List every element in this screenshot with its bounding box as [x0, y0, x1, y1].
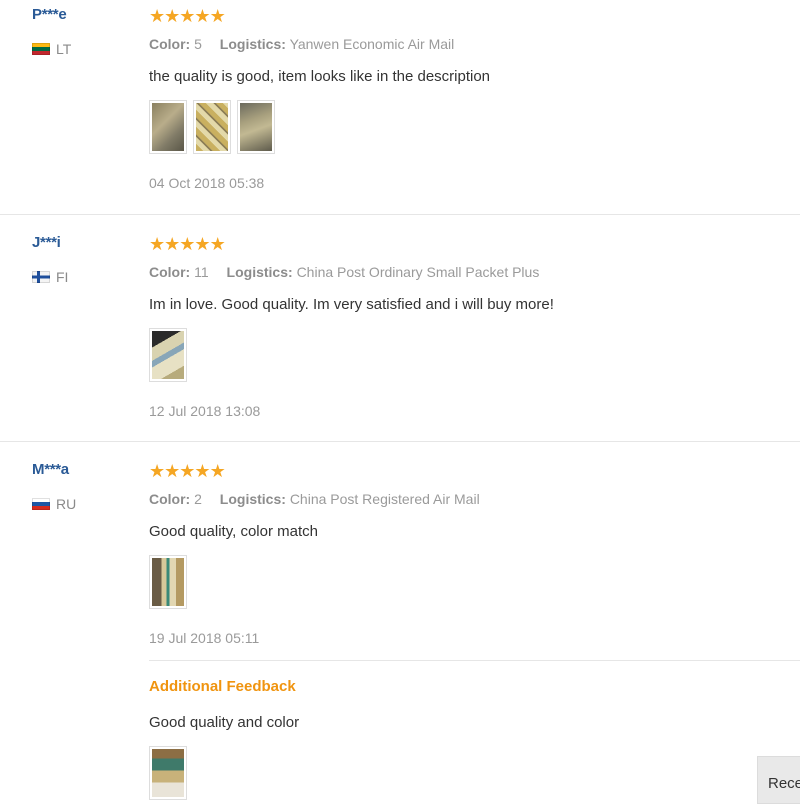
review-date: 12 Jul 2018 13:08	[149, 403, 261, 419]
reviewer-country: RU	[32, 495, 76, 513]
additional-feedback-title: Additional Feedback	[149, 678, 296, 695]
additional-feedback-photos	[149, 746, 187, 800]
star-icon: ★	[164, 461, 181, 481]
review-text: Im in love. Good quality. Im very satisf…	[149, 296, 554, 313]
logistics-label: Logistics:	[226, 264, 293, 280]
review-photos	[149, 555, 187, 609]
country-code: FI	[56, 269, 69, 285]
additional-feedback-divider	[149, 660, 800, 661]
review-text: the quality is good, item looks like in …	[149, 68, 491, 85]
country-code: LT	[56, 41, 72, 57]
review-photos	[149, 100, 275, 154]
reviewer-name[interactable]: P***e	[32, 6, 67, 23]
flag-finland-icon	[32, 271, 50, 283]
star-icon: ★	[164, 6, 181, 26]
additional-feedback-text: Good quality and color	[149, 714, 300, 731]
star-icon: ★	[179, 6, 196, 26]
review-photo-thumbnail[interactable]	[237, 100, 275, 154]
color-label: Color:	[149, 491, 191, 507]
star-icon: ★	[149, 234, 166, 254]
order-info: Color: 5 Logistics: Yanwen Economic Air …	[149, 36, 468, 52]
color-label: Color:	[149, 36, 191, 52]
color-value: 5	[194, 36, 202, 52]
reviewer-name[interactable]: M***a	[32, 461, 69, 478]
logistics-label: Logistics:	[219, 36, 286, 52]
review-photo-thumbnail[interactable]	[193, 100, 231, 154]
recent-button[interactable]: Recent	[757, 756, 800, 804]
country-code: RU	[56, 496, 77, 512]
review-text: Good quality, color match	[149, 523, 318, 540]
star-icon: ★	[149, 461, 166, 481]
star-rating: ★ ★ ★ ★ ★	[149, 461, 226, 481]
star-rating: ★ ★ ★ ★ ★	[149, 234, 226, 254]
review-photo-thumbnail[interactable]	[149, 328, 187, 382]
review-date: 04 Oct 2018 05:38	[149, 175, 265, 191]
review-item: M***a RU ★ ★ ★ ★ ★ Color: 2 Logistics: C…	[0, 455, 800, 800]
star-icon: ★	[209, 6, 226, 26]
star-rating: ★ ★ ★ ★ ★	[149, 6, 226, 26]
review-date: 19 Jul 2018 05:11	[149, 630, 260, 646]
star-icon: ★	[194, 6, 211, 26]
logistics-label: Logistics:	[219, 491, 286, 507]
review-photo-thumbnail[interactable]	[149, 555, 187, 609]
logistics-value: China Post Registered Air Mail	[289, 491, 480, 507]
flag-lithuania-icon	[32, 43, 50, 55]
star-icon: ★	[164, 234, 181, 254]
star-icon: ★	[149, 6, 166, 26]
star-icon: ★	[179, 461, 196, 481]
star-icon: ★	[209, 234, 226, 254]
reviewer-country: LT	[32, 40, 71, 58]
logistics-value: Yanwen Economic Air Mail	[289, 36, 455, 52]
color-value: 11	[194, 264, 209, 280]
order-info: Color: 11 Logistics: China Post Ordinary…	[149, 264, 553, 280]
logistics-value: China Post Ordinary Small Packet Plus	[296, 264, 540, 280]
star-icon: ★	[194, 234, 211, 254]
reviewer-name[interactable]: J***i	[32, 234, 61, 251]
star-icon: ★	[194, 461, 211, 481]
review-item: J***i FI ★ ★ ★ ★ ★ Color: 11 Logistics: …	[0, 228, 800, 442]
review-photo-thumbnail[interactable]	[149, 100, 187, 154]
flag-russia-icon	[32, 498, 50, 510]
color-value: 2	[194, 491, 202, 507]
review-item: P***e LT ★ ★ ★ ★ ★ Color: 5 Logistics: Y…	[0, 0, 800, 215]
order-info: Color: 2 Logistics: China Post Registere…	[149, 491, 494, 507]
star-icon: ★	[179, 234, 196, 254]
review-photo-thumbnail[interactable]	[149, 746, 187, 800]
color-label: Color:	[149, 264, 191, 280]
review-photos	[149, 328, 187, 382]
star-icon: ★	[209, 461, 226, 481]
reviewer-country: FI	[32, 268, 68, 286]
